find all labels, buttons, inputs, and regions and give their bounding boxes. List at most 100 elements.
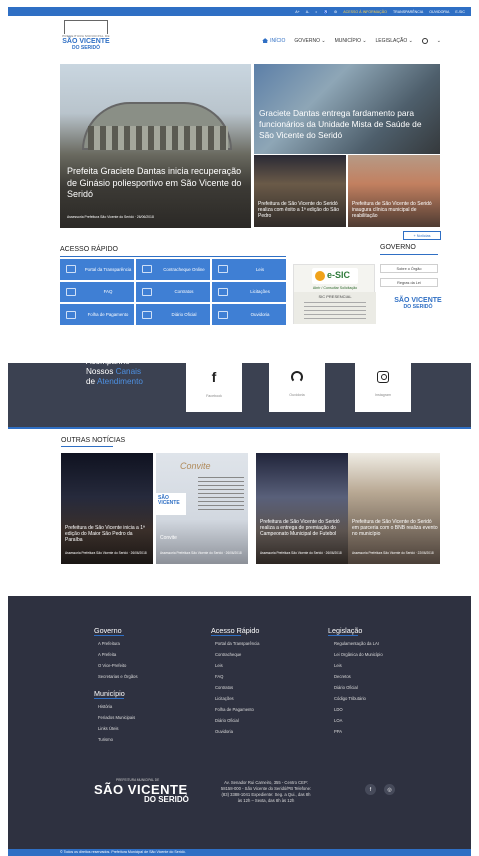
hero-main-news[interactable]: Prefeita Graciete Dantas inicia recupera…	[60, 64, 251, 228]
footer-link[interactable]: Feriados Municipais	[98, 715, 135, 720]
footer-link[interactable]: LDO	[334, 707, 343, 712]
quick-access-item[interactable]: Leis	[212, 259, 286, 280]
quick-access-item[interactable]: Portal da Transparência	[60, 259, 134, 280]
quick-access-item[interactable]: Contracheque Online	[136, 259, 210, 280]
quick-access-item[interactable]: Folha de Pagamento	[60, 304, 134, 325]
quick-access-item[interactable]: Contratos	[136, 281, 210, 303]
esic-banner[interactable]: e-SIC Abrir / Consultar Solicitação SIC …	[293, 264, 376, 324]
hero-small-news[interactable]: Prefeitura de São Vicente do Seridó inau…	[348, 155, 440, 227]
news-card-meta: Assessoria Prefeitura São Vicente do Ser…	[352, 551, 434, 555]
footer-link[interactable]: Links Úteis	[98, 726, 118, 731]
footer-link[interactable]: Turismo	[98, 737, 113, 742]
footer-link[interactable]: O Vice-Prefeito	[98, 663, 126, 668]
hero-small-news[interactable]: Prefeitura de São Vicente do Seridó real…	[254, 155, 346, 227]
gavel-icon	[218, 287, 228, 296]
footer-link[interactable]: Regulamentação da LAI	[334, 641, 379, 646]
footer-link[interactable]: Decretos	[334, 674, 351, 679]
news-card[interactable]: Prefeitura de São Vicente inicia a 1ª ed…	[61, 453, 153, 564]
outras-noticias-title: OUTRAS NOTÍCIAS	[61, 437, 126, 444]
footer-governo-title: Governo	[94, 626, 122, 635]
social-heading-text: Nossos	[86, 367, 116, 376]
more-news-button[interactable]: + Notícias	[403, 231, 441, 240]
sobre-orgao-button[interactable]: Sobre o Órgão	[380, 264, 438, 273]
footer-link[interactable]: Contratos	[215, 685, 233, 690]
nav-more[interactable]: ⌄	[437, 38, 441, 44]
governo-title: GOVERNO	[380, 244, 416, 251]
footer-acesso-underline	[211, 635, 241, 636]
instagram-channel[interactable]: Instagram	[355, 355, 411, 412]
quick-access-label: Contracheque Online	[163, 266, 205, 272]
footer-link[interactable]: Contracheque	[215, 652, 241, 657]
quick-access-item[interactable]: Licitações	[212, 281, 286, 303]
news-card-meta: Assessoria Prefeitura São Vicente do Ser…	[160, 551, 242, 555]
quick-access-item[interactable]: Ouvidoria	[212, 304, 286, 325]
quick-access-item[interactable]: Diário Oficial	[136, 304, 210, 325]
hero-main-title: Prefeita Graciete Dantas inicia recupera…	[67, 166, 242, 199]
footer-acesso-title: Acesso Rápido	[211, 626, 260, 635]
quick-access-title: ACESSO RÁPIDO	[60, 246, 118, 253]
footer-link[interactable]: LOA	[334, 718, 342, 723]
link-transparencia[interactable]: TRANSPARÊNCIA	[393, 10, 423, 14]
footer-link[interactable]: Leis	[334, 663, 342, 668]
newspaper-icon	[142, 310, 152, 319]
footer-link[interactable]: Ouvidoria	[215, 729, 233, 734]
news-card[interactable]: Prefeitura de São Vicente do Seridó em p…	[348, 453, 440, 564]
font-decrease-button[interactable]: A-	[306, 10, 310, 14]
footer-link[interactable]: Diário Oficial	[334, 685, 358, 690]
invite-body	[198, 477, 244, 511]
hero-top-right-news[interactable]: Graciete Dantas entrega fardamento para …	[254, 64, 440, 154]
instagram-icon[interactable]: ◎	[384, 784, 395, 795]
social-heading-highlight: Canais	[115, 367, 142, 376]
footer-link[interactable]: Folha de Pagamento	[215, 707, 254, 712]
footer-link[interactable]: Secretarias e Órgãos	[98, 674, 138, 679]
footer-link[interactable]: A Prefeita	[98, 652, 116, 657]
nav-legislacao[interactable]: LEGISLAÇÃO ⌄	[376, 38, 413, 44]
accessibility-button[interactable]: ♿	[323, 10, 327, 14]
facebook-icon[interactable]: f	[365, 784, 376, 795]
footer-municipio-title: Município	[94, 689, 125, 698]
search-icon[interactable]	[421, 38, 428, 44]
settings-button[interactable]: ⚙	[334, 10, 337, 14]
footer-link[interactable]: Código Tributário	[334, 696, 366, 701]
quick-access-item[interactable]: FAQ	[60, 281, 134, 303]
governo-logo-subname: DO SERIDÓ	[403, 304, 433, 310]
news-card[interactable]: Convite SÃO VICENTE Convite Assessoria P…	[156, 453, 248, 564]
instagram-icon	[377, 370, 389, 383]
nav-inicio[interactable]: INÍCIO	[262, 38, 285, 44]
font-increase-button[interactable]: A+	[295, 10, 300, 14]
footer-link[interactable]: História	[98, 704, 112, 709]
footer-link[interactable]: Diário Oficial	[215, 718, 239, 723]
footer-link[interactable]: Leis	[215, 663, 223, 668]
link-ouvidoria[interactable]: OUVIDORIA	[429, 10, 449, 14]
news-card-meta: Assessoria Prefeitura São Vicente do Ser…	[65, 551, 147, 555]
footer-link[interactable]: Lei Orgânica do Município	[334, 652, 383, 657]
facebook-channel[interactable]: f Facebook	[186, 355, 242, 412]
hero-small-news-title: Prefeitura de São Vicente do Seridó real…	[258, 201, 340, 220]
social-heading-highlight: Atendimento	[96, 377, 143, 386]
sic-presencial-text	[304, 302, 366, 320]
footer-link[interactable]: FAQ	[215, 674, 223, 679]
site-logo[interactable]: PREFEITURA MUNICIPAL DE SÃO VICENTE DO S…	[60, 20, 112, 54]
footer-link[interactable]: Portal da Transparência	[215, 641, 259, 646]
news-card-title: Prefeitura de São Vicente do Seridó real…	[260, 519, 340, 538]
governo-buttons: Sobre o Órgão Regras da Lei	[380, 259, 438, 287]
news-card[interactable]: Prefeitura de São Vicente do Seridó real…	[256, 453, 348, 564]
footer-link[interactable]: PPA	[334, 729, 342, 734]
payroll-icon	[66, 310, 76, 319]
regras-lei-button[interactable]: Regras da Lei	[380, 278, 438, 287]
chat-icon	[66, 287, 76, 296]
footer-link[interactable]: A Prefeitura	[98, 641, 120, 646]
footer-link[interactable]: Licitações	[215, 696, 234, 701]
social-heading-text: de	[86, 377, 97, 386]
channel-label: Facebook	[206, 393, 222, 398]
nav-municipio[interactable]: MUNICÍPIO ⌄	[335, 38, 367, 44]
link-esic[interactable]: E-SIC	[455, 10, 465, 14]
ouvidoria-channel[interactable]: Ouvidoria	[269, 355, 325, 412]
copyright-text: © Todos os direitos reservados. Prefeitu…	[60, 850, 186, 854]
link-acesso-informacao[interactable]: ACESSO À INFORMAÇÃO	[343, 10, 387, 14]
nav-governo[interactable]: GOVERNO ⌄	[294, 38, 325, 44]
outras-noticias-underline	[61, 446, 113, 447]
contrast-button[interactable]: ◐	[315, 10, 317, 14]
copyright-bar: © Todos os direitos reservados. Prefeitu…	[8, 849, 471, 856]
sic-presencial: SIC PRESENCIAL	[294, 292, 376, 324]
